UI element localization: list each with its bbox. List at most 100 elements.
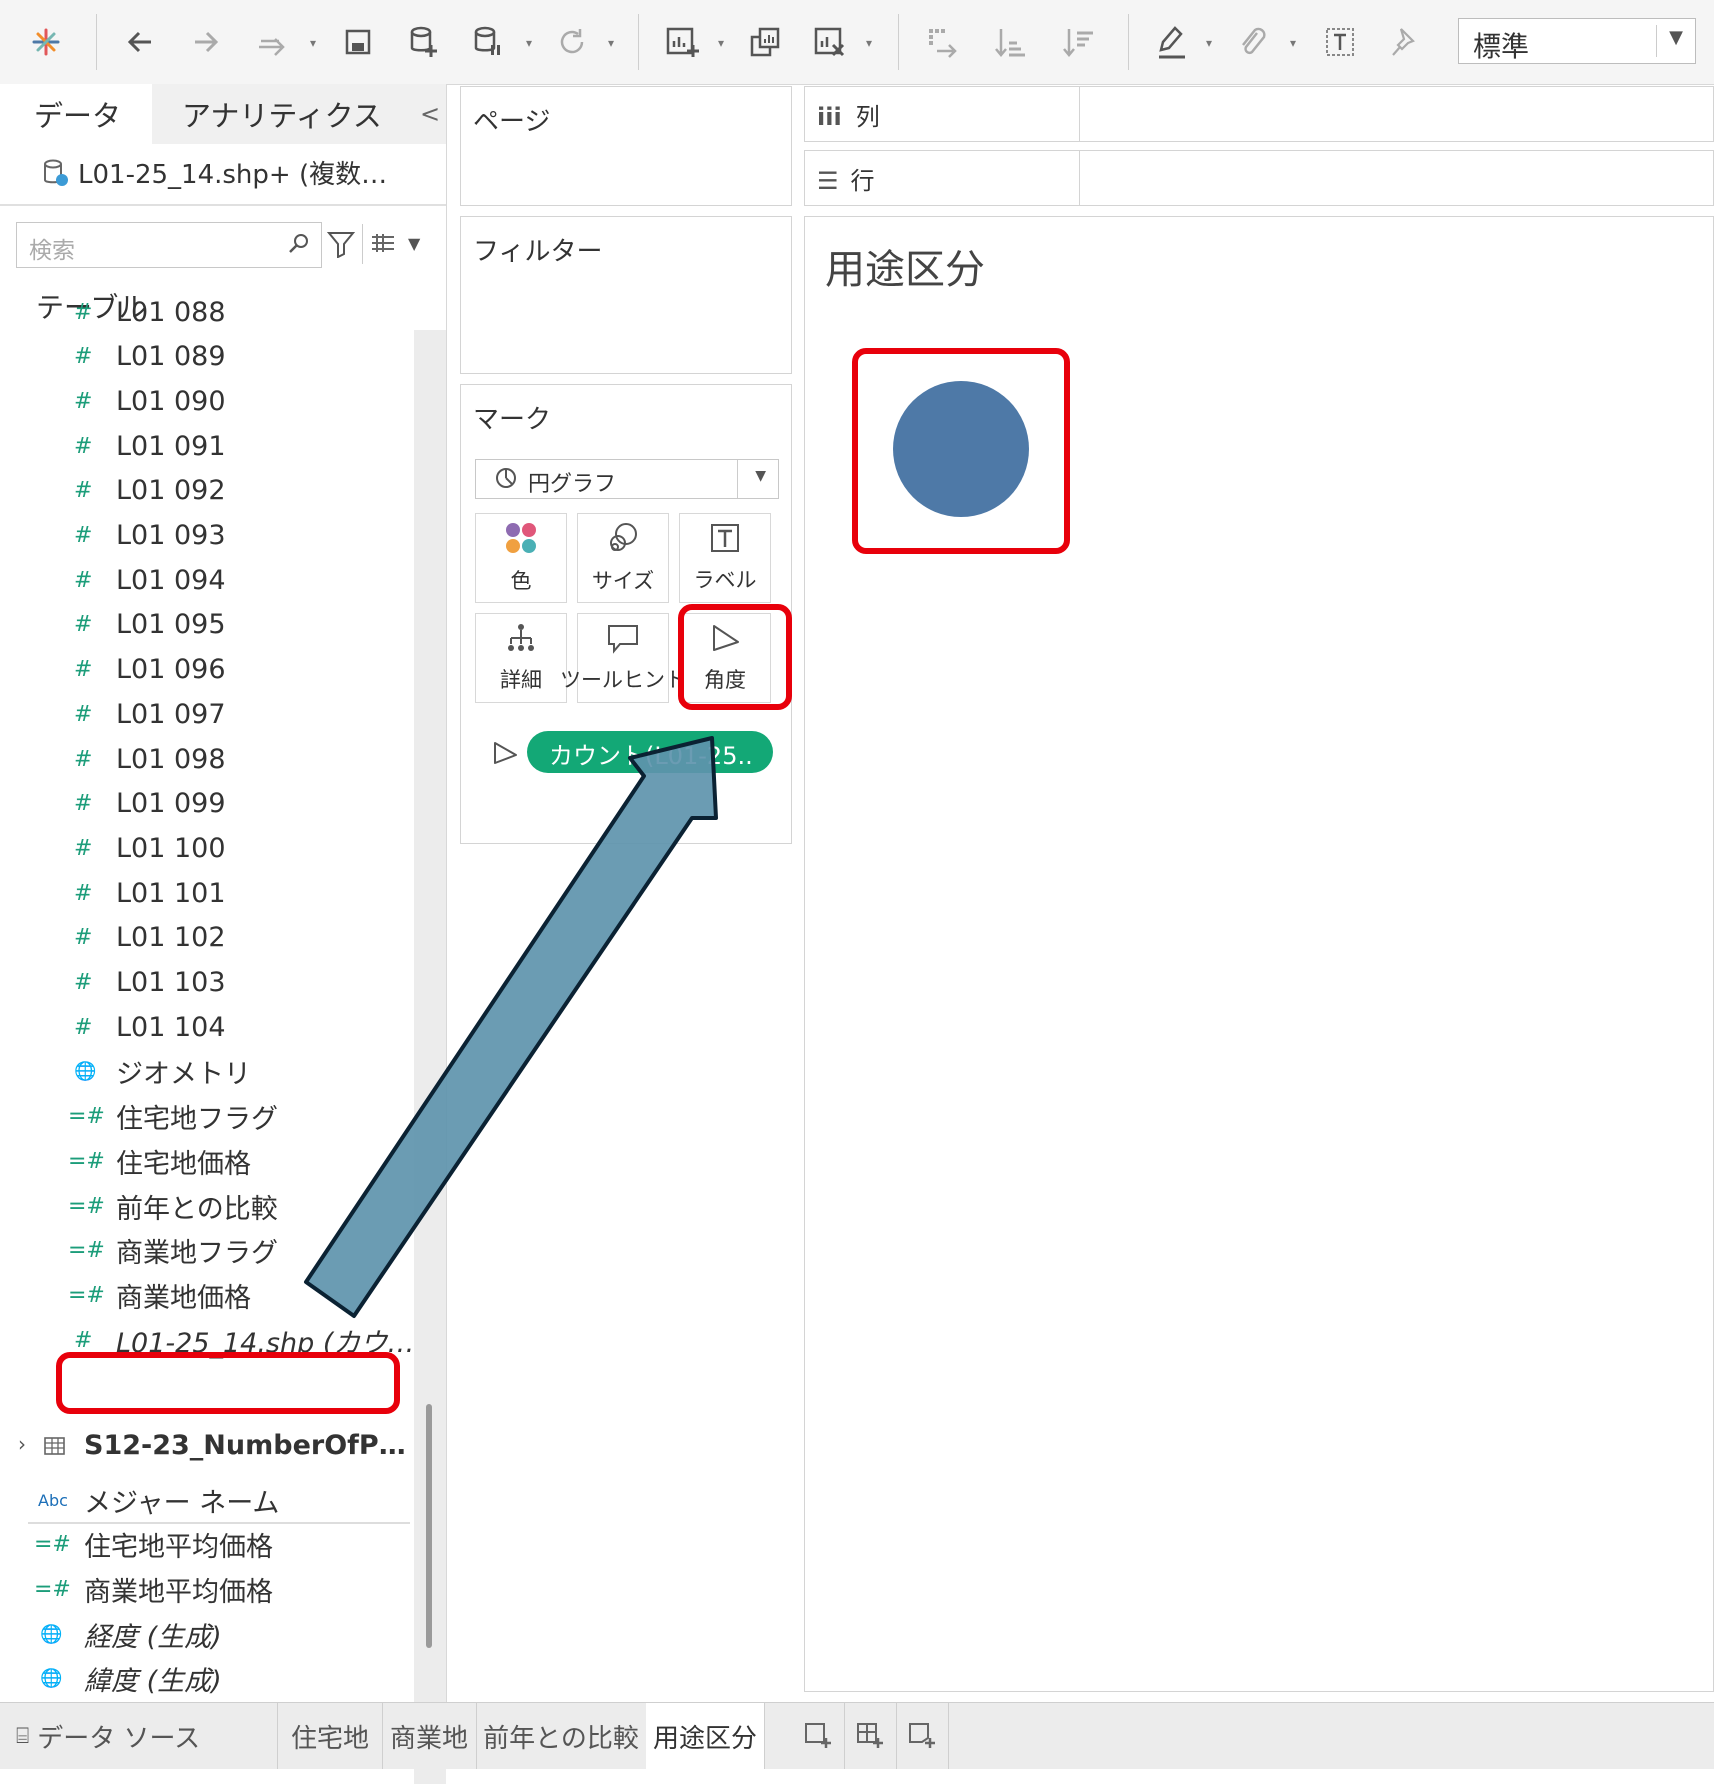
field-item[interactable]: # L01 093 xyxy=(0,514,410,558)
field-item[interactable]: =# 住宅地平均価格 xyxy=(0,1523,410,1567)
sort-desc-icon[interactable] xyxy=(1058,22,1098,62)
pages-title: ページ xyxy=(473,107,551,137)
collapse-icon[interactable]: < xyxy=(420,84,440,144)
filters-shelf[interactable]: フィルター xyxy=(460,216,792,374)
mark-type-select[interactable]: 円グラフ ▼ xyxy=(475,459,779,499)
sheet-tab[interactable]: 商業地 xyxy=(382,1703,477,1769)
table-icon xyxy=(44,1436,66,1460)
datasource-name[interactable]: L01-25_14.shp+ (複数… xyxy=(78,154,387,191)
measure-icon: # xyxy=(74,433,93,459)
new-worksheet-tab-icon[interactable] xyxy=(792,1703,845,1769)
refresh-icon[interactable] xyxy=(552,22,592,62)
tooltip-button[interactable]: ツールヒント xyxy=(560,613,686,703)
field-item[interactable]: =# 商業地価格 xyxy=(0,1273,410,1317)
field-item[interactable]: # L01 091 xyxy=(0,424,410,468)
field-item[interactable]: # L01 100 xyxy=(0,826,410,870)
field-item[interactable]: # L01 088 xyxy=(0,290,410,334)
field-item[interactable]: Abc メジャー ネーム xyxy=(0,1478,410,1522)
count-pill[interactable]: カウント(L01-25.. xyxy=(527,731,773,773)
forward-icon[interactable] xyxy=(186,22,226,62)
rows-shelf[interactable]: ☰ 行 xyxy=(804,150,1714,206)
field-item[interactable]: # L01 092 xyxy=(0,469,410,513)
field-item[interactable]: =# 住宅地フラグ xyxy=(0,1095,410,1139)
sheet-tab-bar: ⌸ データ ソース 住宅地 商業地 前年との比較 用途区分 xyxy=(0,1702,1714,1769)
field-item[interactable]: # L01 101 xyxy=(0,871,410,915)
mark-type-value: 円グラフ xyxy=(528,472,617,497)
tableau-logo-icon[interactable] xyxy=(26,22,66,62)
field-item[interactable]: # L01 098 xyxy=(0,737,410,781)
search-input[interactable]: 検索 xyxy=(16,222,322,268)
field-item[interactable]: =# 住宅地価格 xyxy=(0,1139,410,1183)
tooltip-icon xyxy=(606,622,640,658)
sort-asc-icon[interactable] xyxy=(990,22,1030,62)
tab-data[interactable]: データ xyxy=(34,84,121,144)
calc-measure-icon: =# xyxy=(68,1238,105,1264)
field-label: 前年との比較 xyxy=(116,1193,278,1225)
field-item[interactable]: # L01 094 xyxy=(0,558,410,602)
table-name: S12-23_NumberOfP… xyxy=(84,1430,406,1461)
label-button[interactable]: ラベル xyxy=(679,513,771,603)
chevron-down-icon[interactable]: ▼ xyxy=(408,234,420,253)
new-dashboard-tab-icon[interactable] xyxy=(844,1703,897,1769)
field-label: L01 102 xyxy=(116,922,226,954)
sheet-tab[interactable]: 用途区分 xyxy=(646,1703,765,1769)
field-item[interactable]: =# 前年との比較 xyxy=(0,1184,410,1228)
back-icon[interactable] xyxy=(120,22,160,62)
field-item[interactable]: # L01 103 xyxy=(0,961,410,1005)
sheet-tab[interactable]: 前年との比較 xyxy=(476,1703,647,1769)
detail-button[interactable]: 詳細 xyxy=(475,613,567,703)
swap-icon[interactable] xyxy=(922,22,962,62)
pages-shelf[interactable]: ページ xyxy=(460,86,792,206)
duplicate-icon[interactable] xyxy=(746,22,786,62)
tab-datasource[interactable]: ⌸ データ ソース xyxy=(0,1703,278,1769)
text-icon[interactable] xyxy=(1320,22,1360,62)
detail-label: 詳細 xyxy=(500,668,542,692)
measure-icon: # xyxy=(74,344,93,370)
field-item[interactable]: # L01 089 xyxy=(0,335,410,379)
color-button[interactable]: 色 xyxy=(475,513,567,603)
filter-icon[interactable] xyxy=(326,230,356,262)
new-datasource-icon[interactable] xyxy=(404,22,444,62)
pin-icon[interactable] xyxy=(1384,22,1424,62)
field-item[interactable]: # L01 104 xyxy=(0,1005,410,1049)
clear-sheet-icon[interactable] xyxy=(810,22,850,62)
columns-shelf[interactable]: iii 列 xyxy=(804,86,1714,142)
label-label: ラベル xyxy=(693,568,757,592)
field-item[interactable]: # L01 097 xyxy=(0,692,410,736)
database-icon: ⌸ xyxy=(16,1723,30,1749)
view-title: 用途区分 xyxy=(825,247,985,293)
field-item[interactable]: # L01 099 xyxy=(0,782,410,826)
field-item[interactable]: # L01 096 xyxy=(0,648,410,692)
scrollbar-thumb[interactable] xyxy=(426,1404,432,1648)
abc-icon: Abc xyxy=(38,1490,68,1510)
field-item[interactable]: # L01 095 xyxy=(0,603,410,647)
field-item[interactable]: =# 商業地フラグ xyxy=(0,1229,410,1273)
field-item[interactable]: # L01 102 xyxy=(0,916,410,960)
search-placeholder: 検索 xyxy=(29,238,75,264)
field-item[interactable]: 🌐 経度 (生成) xyxy=(0,1612,410,1656)
measure-icon: # xyxy=(74,701,93,727)
fit-select[interactable]: 標準 ▼ xyxy=(1458,18,1696,64)
field-item[interactable]: # L01 090 xyxy=(0,379,410,423)
search-icon xyxy=(287,231,311,259)
field-label: L01 090 xyxy=(116,385,226,417)
size-button[interactable]: サイズ xyxy=(577,513,669,603)
tab-analytics[interactable]: アナリティクス xyxy=(182,84,382,144)
calc-measure-icon: =# xyxy=(34,1532,71,1558)
highlight-icon[interactable] xyxy=(1152,22,1192,62)
list-view-icon[interactable] xyxy=(372,234,400,258)
field-item[interactable]: 🌐 緯度 (生成) xyxy=(0,1657,410,1701)
new-story-tab-icon[interactable] xyxy=(896,1703,949,1769)
sheet-tab[interactable]: 住宅地 xyxy=(278,1703,383,1769)
table-item-s12[interactable]: › S12-23_NumberOfP… xyxy=(0,1424,410,1474)
field-item[interactable]: 🌐 ジオメトリ xyxy=(0,1050,410,1094)
pause-datasource-icon[interactable] xyxy=(468,22,508,62)
annotate-icon[interactable] xyxy=(1232,22,1272,62)
field-item[interactable]: =# 商業地平均価格 xyxy=(0,1567,410,1611)
field-label: L01 091 xyxy=(116,430,226,462)
save-icon[interactable] xyxy=(338,22,378,62)
redo-icon[interactable] xyxy=(252,22,292,62)
filters-title: フィルター xyxy=(473,237,603,267)
count-pill-label: カウント(L01-25.. xyxy=(549,742,753,770)
new-worksheet-icon[interactable] xyxy=(662,22,702,62)
